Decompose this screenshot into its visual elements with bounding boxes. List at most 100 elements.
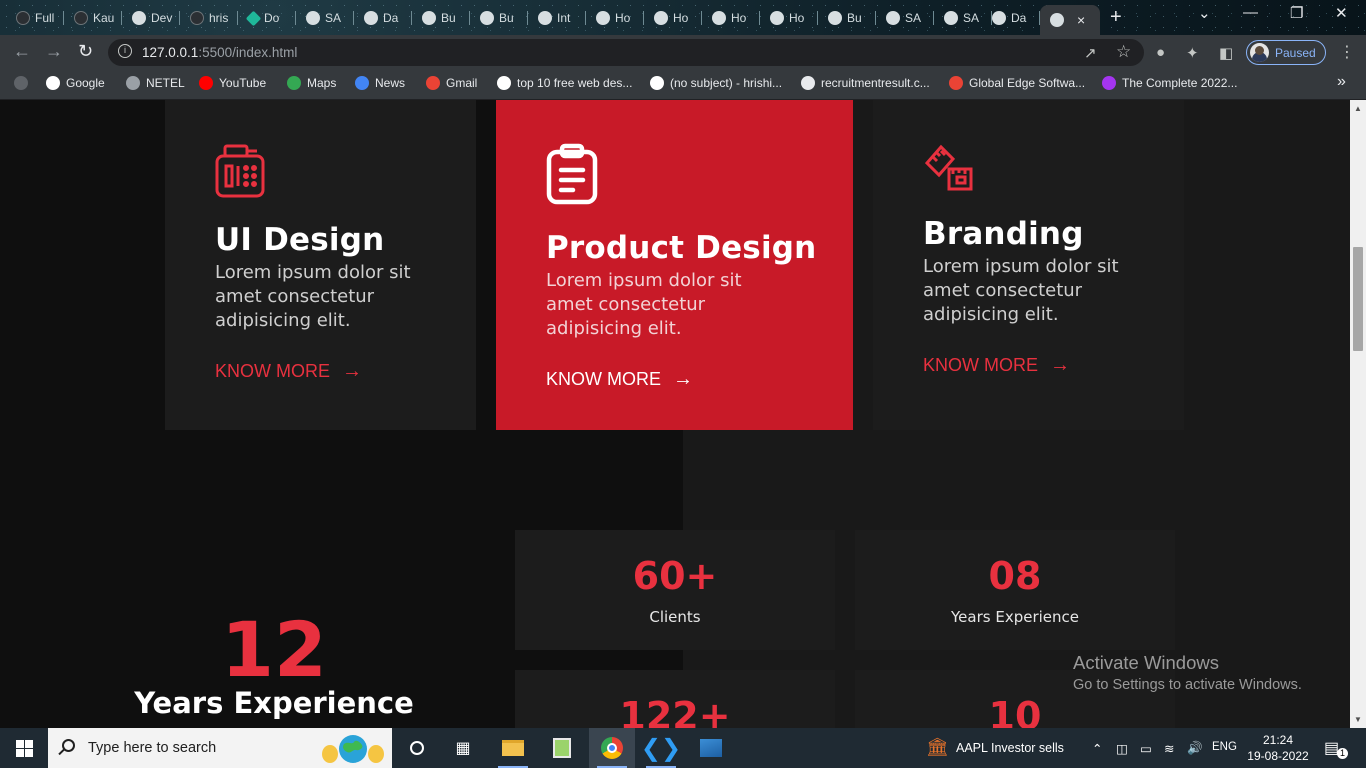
know-more-link[interactable]: KNOW MORE →	[923, 354, 1070, 377]
file-explorer-icon[interactable]	[490, 728, 536, 768]
know-more-label: KNOW MORE	[215, 361, 330, 381]
browser-tab[interactable]: Bu	[470, 5, 528, 31]
browser-tab[interactable]: SA	[876, 5, 934, 31]
tab-title: Da	[383, 11, 399, 25]
bookmark-item[interactable]: The Complete 2022...	[1102, 76, 1237, 90]
extensions-puzzle-icon[interactable]: ✦	[1186, 44, 1199, 62]
extension-flask-icon[interactable]: ●	[1156, 44, 1165, 61]
photos-icon[interactable]	[688, 728, 734, 768]
meet-now-icon[interactable]: ◫	[1116, 741, 1128, 756]
bookmark-item[interactable]: Gmail	[426, 76, 477, 90]
tab-active[interactable]: ×	[1040, 5, 1100, 35]
reload-icon[interactable]: ↻	[78, 41, 93, 62]
bookmark-item[interactable]: top 10 free web des...	[497, 76, 632, 90]
know-more-link[interactable]: KNOW MORE →	[215, 360, 362, 383]
tab-title: Kau	[93, 11, 115, 25]
bookmark-label: News	[375, 76, 406, 90]
address-url[interactable]: 127.0.0.1:5500/index.html	[142, 45, 297, 60]
volume-icon[interactable]: 🔊	[1187, 741, 1203, 756]
page-scrollbar[interactable]: ▲ ▼	[1350, 100, 1366, 728]
stat-value: 10	[988, 694, 1042, 728]
news-ticker[interactable]: AAPL Investor sells	[956, 741, 1064, 755]
browser-tab[interactable]: SA	[296, 5, 354, 31]
card-title: Product Design	[546, 230, 817, 266]
windows-taskbar: Type here to search ▦ ❮❯ 🏛 AAPL Investor…	[0, 728, 1366, 768]
browser-tab[interactable]: Full	[6, 5, 64, 31]
scroll-up-icon[interactable]: ▲	[1354, 104, 1362, 113]
bookmark-item[interactable]: NETEL	[126, 76, 185, 90]
browser-tab[interactable]: Ho	[586, 5, 644, 31]
globe-icon	[886, 11, 900, 25]
bookmark-favicon-icon	[287, 76, 301, 90]
tab-title: Da	[1011, 11, 1027, 25]
browser-tab[interactable]: hris	[180, 5, 238, 31]
task-view-icon[interactable]: ▦	[440, 728, 486, 768]
browser-tab[interactable]: Do	[238, 5, 296, 31]
close-tab-icon[interactable]: ×	[1077, 12, 1085, 28]
taskbar-search-box[interactable]: Type here to search	[48, 728, 392, 768]
browser-tab[interactable]: Bu	[412, 5, 470, 31]
vscode-icon[interactable]: ❮❯	[638, 728, 684, 768]
bookmark-item[interactable]: Global Edge Softwa...	[949, 76, 1085, 90]
browser-tab[interactable]: Bu	[818, 5, 876, 31]
tray-expand-icon[interactable]: ⌃	[1092, 741, 1102, 756]
search-icon	[62, 739, 75, 752]
notepad-plus-icon[interactable]	[539, 728, 585, 768]
side-panel-icon[interactable]: ◧	[1219, 44, 1233, 62]
tab-title: Bu	[847, 11, 862, 25]
language-indicator[interactable]: ENG	[1212, 741, 1237, 753]
browser-tab[interactable]: Int	[528, 5, 586, 31]
wifi-icon[interactable]: ≋	[1164, 741, 1174, 756]
bookmark-item[interactable]: Google	[46, 76, 105, 90]
bookmark-star-icon[interactable]: ☆	[1116, 42, 1131, 62]
activate-windows-watermark: Activate Windows Go to Settings to activ…	[1073, 652, 1302, 693]
stat-label: Clients	[649, 608, 701, 626]
scrollbar-thumb[interactable]	[1353, 247, 1363, 351]
address-bar[interactable]: i 127.0.0.1:5500/index.html ↗ ☆	[108, 39, 1144, 66]
bookmarks-overflow-button[interactable]: »	[1337, 73, 1346, 91]
share-icon[interactable]: ↗	[1084, 44, 1097, 62]
forward-icon[interactable]: →	[45, 41, 63, 62]
browser-tab[interactable]: Da	[354, 5, 412, 31]
site-info-icon[interactable]: i	[118, 44, 132, 58]
know-more-link[interactable]: KNOW MORE →	[546, 368, 693, 391]
browser-tab[interactable]: Kau	[64, 5, 122, 31]
browser-tab[interactable]: Ho	[644, 5, 702, 31]
tab-title: Int	[557, 11, 571, 25]
bookmark-item[interactable]: News	[355, 76, 405, 90]
stat-label: Years Experience	[951, 608, 1079, 626]
apps-icon[interactable]	[14, 76, 28, 90]
restore-icon[interactable]: ❐	[1290, 4, 1303, 22]
globe-icon	[132, 11, 146, 25]
browser-tab[interactable]: Da	[982, 5, 1040, 31]
bookmark-label: (no subject) - hrishi...	[670, 76, 783, 90]
chrome-taskbar-icon[interactable]	[589, 728, 635, 768]
scroll-down-icon[interactable]: ▼	[1354, 715, 1362, 724]
new-tab-button[interactable]: +	[1110, 6, 1122, 29]
browser-tab[interactable]: Ho	[702, 5, 760, 31]
cortana-icon[interactable]	[394, 728, 440, 768]
browser-tab[interactable]: Ho	[760, 5, 818, 31]
browser-tab[interactable]: Dev	[122, 5, 180, 31]
close-window-icon[interactable]: ✕	[1335, 4, 1348, 22]
battery-icon[interactable]: ▭	[1140, 741, 1152, 756]
bookmark-item[interactable]: (no subject) - hrishi...	[650, 76, 782, 90]
bookmark-item[interactable]: Maps	[287, 76, 336, 90]
bookmark-item[interactable]: recruitmentresult.c...	[801, 76, 930, 90]
minimize-icon[interactable]: —	[1243, 4, 1258, 21]
profile-button[interactable]: Paused	[1246, 40, 1326, 65]
windows-start-icon[interactable]	[0, 728, 48, 768]
globe-icon	[712, 11, 726, 25]
bookmark-item[interactable]: YouTube	[199, 76, 266, 90]
tab-search-icon[interactable]: ⌄	[1198, 4, 1211, 22]
stat-value: 60+	[632, 554, 718, 598]
arrow-right-icon: →	[1050, 354, 1070, 376]
browser-menu-icon[interactable]: ⋮	[1339, 42, 1355, 62]
bookmark-label: Global Edge Softwa...	[969, 76, 1086, 90]
card-description: Lorem ipsum dolor sit amet consectetur a…	[215, 262, 411, 331]
globe-icon	[654, 11, 668, 25]
news-widget-icon[interactable]: 🏛	[926, 737, 949, 758]
tab-title: Ho	[789, 11, 805, 25]
taskbar-clock[interactable]: 21:24 19-08-2022	[1246, 732, 1310, 764]
back-icon[interactable]: ←	[13, 41, 31, 62]
